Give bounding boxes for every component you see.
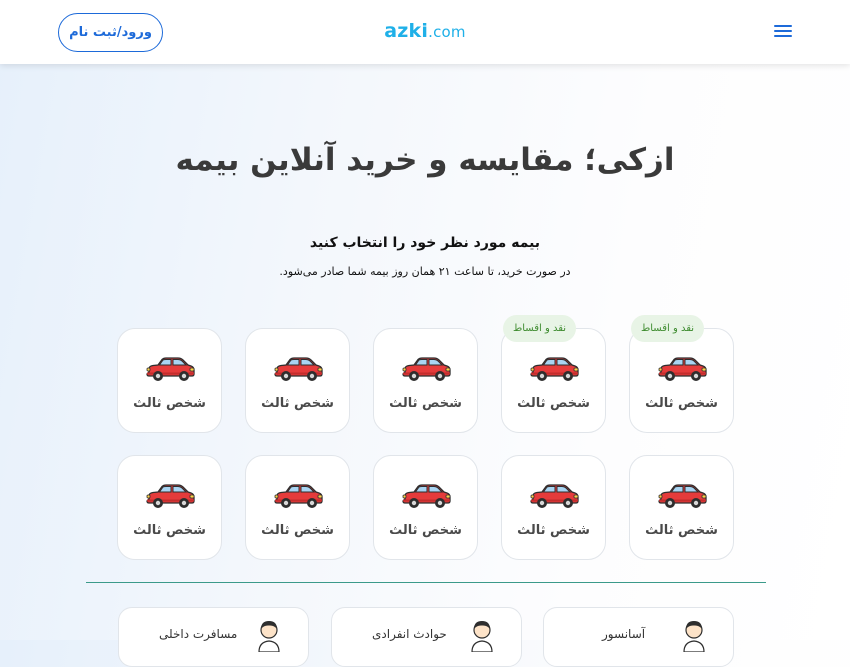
insurance-card-third-party[interactable]: شخص ثالث	[373, 455, 478, 560]
insurance-card-personal-accident[interactable]: حوادث انفرادی	[331, 607, 522, 667]
select-insurance-heading: بیمه مورد نظر خود را انتخاب کنید	[309, 235, 541, 251]
card-label: شخص ثالث	[133, 396, 206, 411]
hamburger-icon[interactable]	[774, 25, 792, 39]
car-icon	[274, 484, 323, 508]
car-icon	[274, 357, 323, 381]
card-label: آسانسور	[602, 627, 646, 641]
insurance-card-third-party[interactable]: شخص ثالث	[245, 328, 350, 433]
person-icon	[471, 621, 493, 652]
insurance-card-third-party[interactable]: نقد و اقساط شخص ثالث	[629, 315, 734, 433]
card-label: شخص ثالث	[389, 396, 462, 411]
car-icon	[402, 357, 451, 381]
insurance-card-third-party[interactable]: شخص ثالث	[245, 455, 350, 560]
insurance-card-third-party[interactable]: شخص ثالث	[117, 328, 222, 433]
card-label: شخص ثالث	[389, 523, 462, 538]
card-label: شخص ثالث	[261, 523, 334, 538]
card-label: مسافرت داخلی	[159, 627, 238, 641]
insurance-card-third-party[interactable]: شخص ثالث	[501, 455, 606, 560]
card-label: شخص ثالث	[645, 523, 718, 538]
insurance-card-third-party[interactable]: شخص ثالث	[117, 455, 222, 560]
section-divider	[86, 582, 766, 583]
card-label: شخص ثالث	[517, 523, 590, 538]
card-label: شخص ثالث	[517, 396, 590, 411]
card-label: حوادث انفرادی	[372, 627, 447, 641]
azki-logo[interactable]: azki.com	[0, 20, 850, 42]
car-icon	[658, 484, 707, 508]
person-icon	[258, 621, 280, 652]
car-icon	[530, 484, 579, 508]
car-icon	[402, 484, 451, 508]
logo-tld: .com	[428, 23, 466, 41]
insurance-card-third-party[interactable]: شخص ثالث	[629, 455, 734, 560]
page-title: ازکی؛ مقایسه و خرید آنلاین بیمه	[175, 142, 675, 178]
card-label: شخص ثالث	[133, 523, 206, 538]
insurance-card-domestic-travel[interactable]: مسافرت داخلی	[118, 607, 309, 667]
logo-name: azki	[384, 20, 429, 42]
top-header: ورود/ثبت نام azki.com	[0, 0, 850, 64]
insurance-card-third-party[interactable]: شخص ثالث	[373, 328, 478, 433]
card-label: شخص ثالث	[261, 396, 334, 411]
insurance-card-third-party[interactable]: نقد و اقساط شخص ثالث	[501, 315, 606, 433]
car-icon	[658, 357, 707, 381]
installment-badge: نقد و اقساط	[631, 315, 705, 342]
card-label: شخص ثالث	[645, 396, 718, 411]
car-icon	[146, 357, 195, 381]
insurance-card-elevator[interactable]: آسانسور	[543, 607, 734, 667]
person-icon	[683, 621, 705, 652]
installment-badge: نقد و اقساط	[503, 315, 577, 342]
car-icon	[146, 484, 195, 508]
issuance-note: در صورت خرید، تا ساعت ۲۱ همان روز بیمه ش…	[279, 265, 571, 278]
car-icon	[530, 357, 579, 381]
